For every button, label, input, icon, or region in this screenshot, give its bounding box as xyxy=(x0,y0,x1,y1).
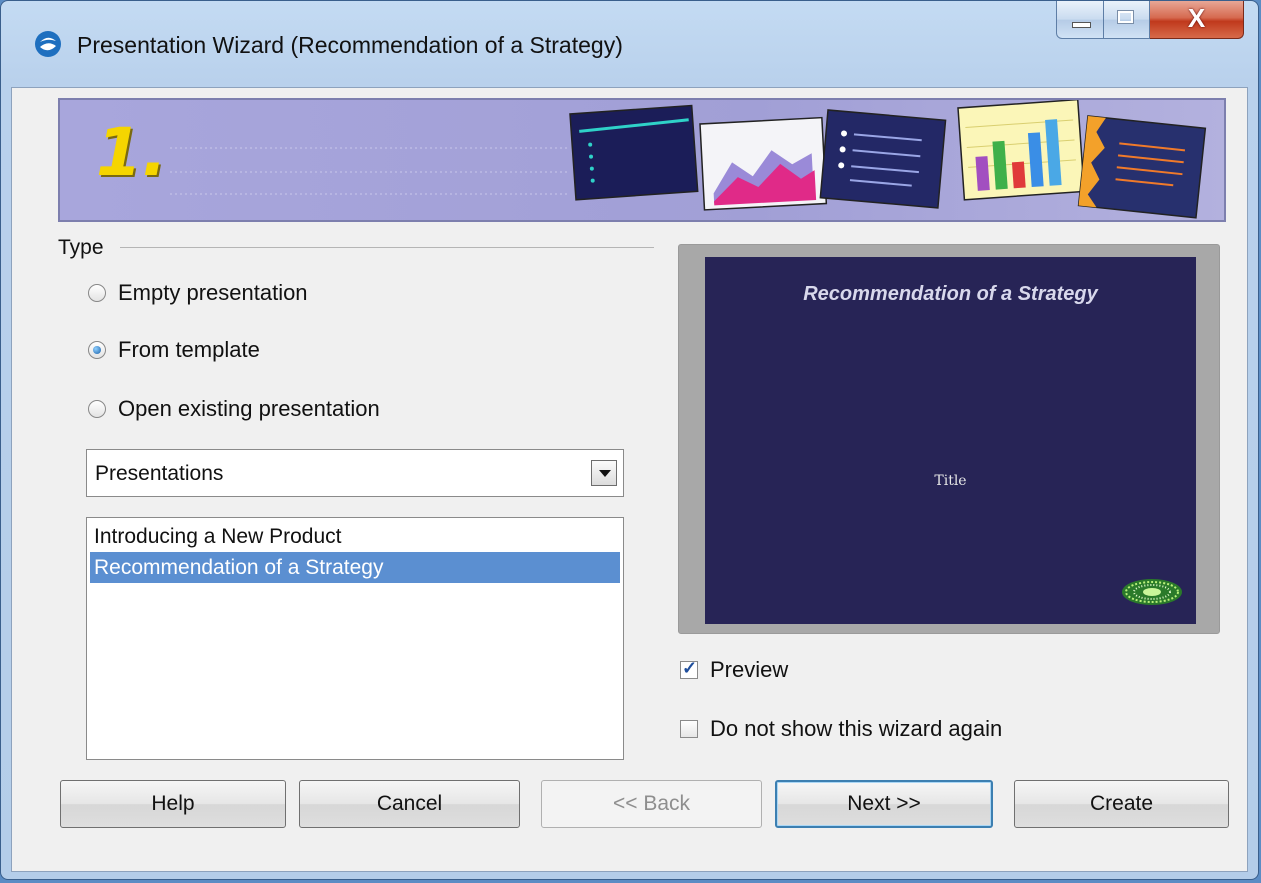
close-icon: X xyxy=(1187,3,1206,33)
minimize-button[interactable] xyxy=(1056,1,1104,39)
thumbnail-bullets xyxy=(819,109,947,209)
step-number: 1. xyxy=(96,114,167,191)
preview-checkbox[interactable] xyxy=(680,658,698,679)
select-value: Presentations xyxy=(95,462,224,485)
maximize-button[interactable] xyxy=(1104,1,1150,39)
radio-label: From template xyxy=(118,337,260,362)
radio-indicator[interactable] xyxy=(88,341,106,359)
thumbnail-bar-chart xyxy=(957,100,1085,201)
dont-show-checkbox[interactable] xyxy=(680,720,698,738)
type-group-label: Type xyxy=(58,236,104,259)
dont-show-checkbox-label: Do not show this wizard again xyxy=(710,716,1003,741)
radio-empty-presentation[interactable]: Empty presentation xyxy=(88,280,308,306)
radio-from-template[interactable]: From template xyxy=(88,337,260,363)
preview-frame: Recommendation of a Strategy Title xyxy=(678,244,1220,634)
title-bar[interactable]: Presentation Wizard (Recommendation of a… xyxy=(1,1,1258,87)
cancel-button[interactable]: Cancel xyxy=(299,780,520,828)
slide-logo-graphic xyxy=(1122,579,1182,605)
create-button[interactable]: Create xyxy=(1014,780,1229,828)
close-button[interactable]: X xyxy=(1150,1,1244,39)
slide-subtitle: Title xyxy=(934,473,967,489)
next-button[interactable]: Next >> xyxy=(775,780,993,828)
preview-checkbox-label: Preview xyxy=(710,657,789,682)
app-logo-icon xyxy=(35,31,61,57)
maximize-icon xyxy=(1117,10,1134,24)
caption-buttons: X xyxy=(1056,1,1244,41)
list-item[interactable]: Introducing a New Product xyxy=(90,521,620,552)
back-button[interactable]: << Back xyxy=(541,780,762,828)
slide-title: Recommendation of a Strategy xyxy=(803,283,1098,305)
radio-label: Empty presentation xyxy=(118,280,308,305)
dialog-client-area: 1. Type Empty presentation From template… xyxy=(11,87,1248,872)
group-divider xyxy=(120,247,654,248)
thumbnail-orange-text xyxy=(1077,115,1207,219)
preview-slide: Recommendation of a Strategy Title xyxy=(705,257,1196,624)
radio-indicator[interactable] xyxy=(88,400,106,418)
list-item-selected[interactable]: Recommendation of a Strategy xyxy=(90,552,620,583)
banner-dotted-lines xyxy=(170,147,570,195)
radio-indicator[interactable] xyxy=(88,284,106,302)
thumbnail-dark-list xyxy=(569,104,699,201)
wizard-window: Presentation Wizard (Recommendation of a… xyxy=(0,0,1259,880)
category-select[interactable]: Presentations xyxy=(86,449,624,497)
thumbnail-area-chart xyxy=(699,116,828,211)
help-button[interactable]: Help xyxy=(60,780,286,828)
radio-label: Open existing presentation xyxy=(118,396,380,421)
preview-checkbox-row[interactable]: Preview xyxy=(680,657,788,683)
chevron-down-icon[interactable] xyxy=(591,460,617,486)
window-title: Presentation Wizard (Recommendation of a… xyxy=(77,32,623,58)
template-list[interactable]: Introducing a New Product Recommendation… xyxy=(86,517,624,760)
radio-open-existing[interactable]: Open existing presentation xyxy=(88,396,380,422)
banner-slide-thumbnails xyxy=(569,100,1207,219)
dont-show-checkbox-row[interactable]: Do not show this wizard again xyxy=(680,716,1002,742)
minimize-icon xyxy=(1072,22,1091,28)
wizard-banner: 1. xyxy=(58,98,1226,222)
